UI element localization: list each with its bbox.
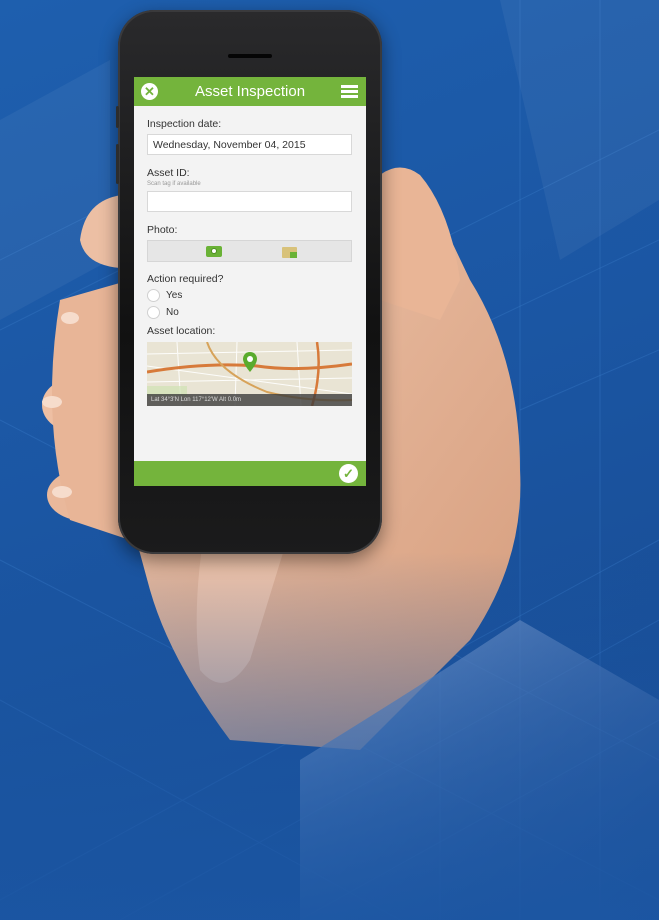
photo-label: Photo: xyxy=(147,224,178,236)
radio-button[interactable] xyxy=(147,289,160,302)
phone-speaker xyxy=(228,54,272,58)
camera-icon[interactable] xyxy=(206,246,222,257)
folder-icon[interactable] xyxy=(282,247,297,258)
asset-location-label: Asset location: xyxy=(147,325,216,337)
asset-id-hint: Scan tag if available xyxy=(147,181,201,187)
radio-label-yes: Yes xyxy=(166,290,183,301)
location-map[interactable]: Lat 34°3'N Lon 117°12'W Alt 0.0m xyxy=(147,342,352,406)
inspection-date-label: Inspection date: xyxy=(147,118,222,130)
phone-volume-button xyxy=(116,144,119,184)
hamburger-menu-icon[interactable] xyxy=(341,85,358,98)
radio-option-yes[interactable]: Yes xyxy=(147,289,352,302)
action-required-label: Action required? xyxy=(147,273,224,285)
inspection-date-field[interactable]: Wednesday, November 04, 2015 xyxy=(147,134,352,155)
map-coordinates: Lat 34°3'N Lon 117°12'W Alt 0.0m xyxy=(147,394,352,406)
app-screen: ✕ Asset Inspection Inspection date: Wedn… xyxy=(134,77,366,486)
phone-side-button xyxy=(116,106,119,128)
inspection-form: Inspection date: Wednesday, November 04,… xyxy=(134,106,366,406)
app-footer: ✓ xyxy=(134,461,366,486)
asset-id-field[interactable] xyxy=(147,191,352,212)
map-pin-icon xyxy=(243,352,257,372)
asset-id-label: Asset ID: xyxy=(147,167,190,179)
checkmark-icon[interactable]: ✓ xyxy=(339,464,358,483)
smartphone: ✕ Asset Inspection Inspection date: Wedn… xyxy=(116,10,382,554)
app-title: Asset Inspection xyxy=(194,83,306,100)
photo-picker xyxy=(147,240,352,262)
radio-option-no[interactable]: No xyxy=(147,306,352,319)
radio-button[interactable] xyxy=(147,306,160,319)
radio-label-no: No xyxy=(166,307,179,318)
app-header: ✕ Asset Inspection xyxy=(134,77,366,106)
close-icon[interactable]: ✕ xyxy=(141,83,158,100)
